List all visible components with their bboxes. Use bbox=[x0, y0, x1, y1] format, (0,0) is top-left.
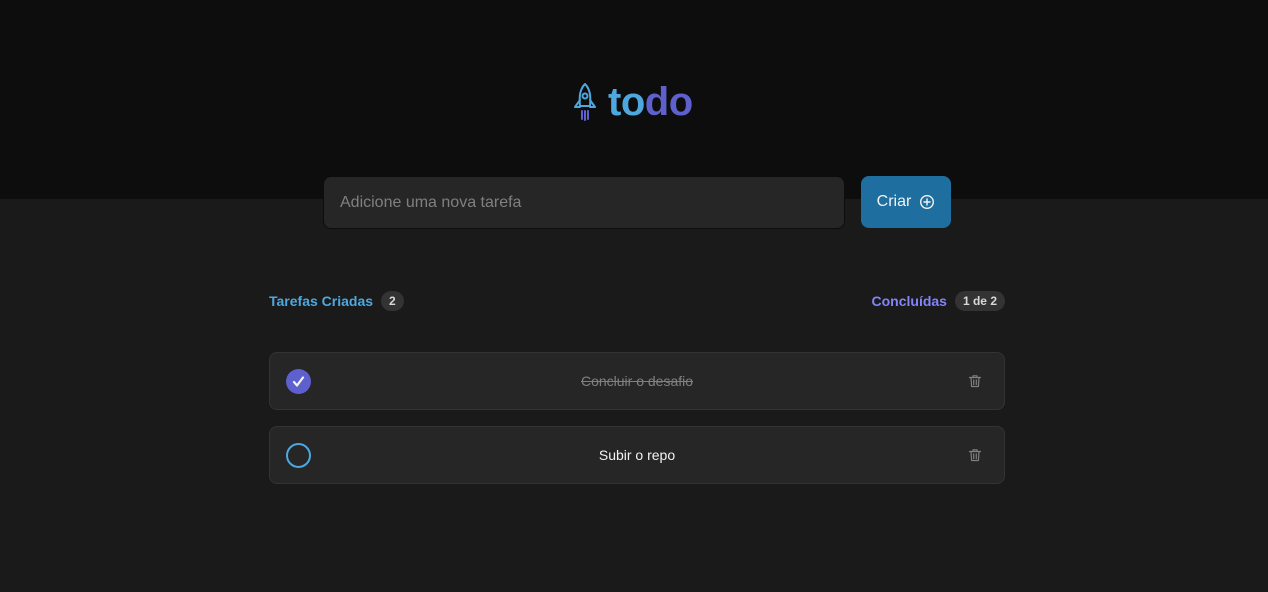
trash-icon bbox=[968, 375, 982, 388]
plus-circle-icon bbox=[920, 194, 935, 210]
completed-tasks-count: 1 de 2 bbox=[954, 291, 1005, 311]
task-item: Subir o repo bbox=[269, 426, 1005, 484]
delete-task-button[interactable] bbox=[966, 446, 984, 464]
rocket-icon bbox=[574, 83, 596, 121]
created-tasks-count: 2 bbox=[381, 291, 404, 311]
logo-text-to: to bbox=[608, 80, 645, 124]
trash-icon bbox=[968, 449, 982, 462]
task-item: Concluir o desafio bbox=[269, 352, 1005, 410]
check-icon bbox=[292, 376, 305, 387]
create-button[interactable]: Criar bbox=[861, 176, 951, 228]
task-text: Concluir o desafio bbox=[580, 373, 694, 389]
task-checkbox-checked[interactable] bbox=[286, 369, 311, 394]
task-text: Subir o repo bbox=[598, 447, 676, 463]
logo-text: todo bbox=[608, 82, 693, 122]
logo-text-do: do bbox=[644, 80, 693, 124]
created-tasks-summary: Tarefas Criadas 2 bbox=[269, 291, 404, 311]
logo: todo bbox=[572, 82, 693, 122]
header: todo bbox=[0, 0, 1268, 199]
completed-tasks-summary: Concluídas 1 de 2 bbox=[871, 291, 1005, 311]
created-tasks-label: Tarefas Criadas bbox=[269, 293, 374, 309]
new-task-input[interactable] bbox=[323, 176, 845, 229]
task-checkbox[interactable] bbox=[286, 443, 311, 468]
delete-task-button[interactable] bbox=[966, 372, 984, 390]
create-button-label: Criar bbox=[876, 193, 912, 210]
completed-tasks-label: Concluídas bbox=[871, 293, 947, 309]
